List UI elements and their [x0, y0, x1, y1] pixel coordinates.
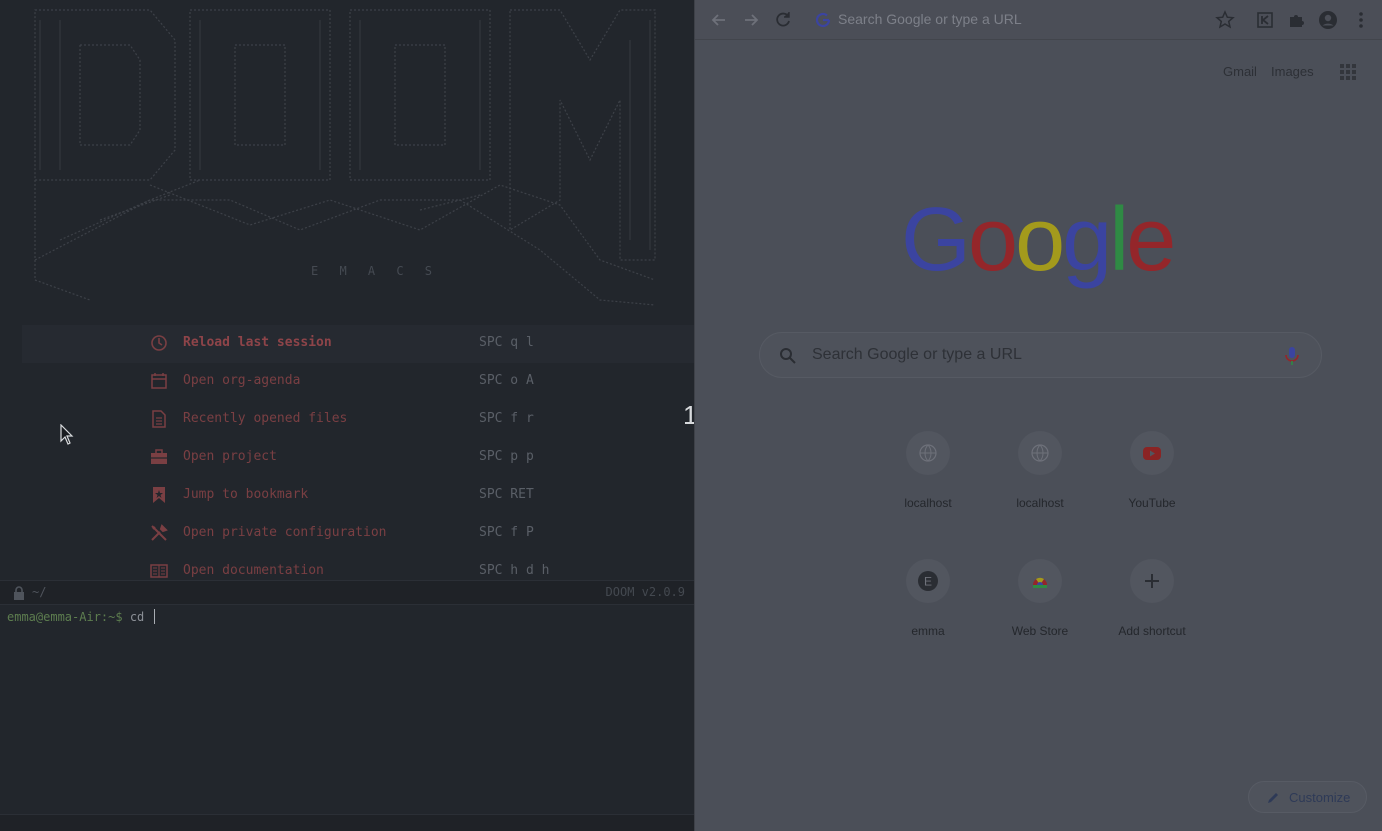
shortcut-label: emma	[911, 624, 945, 638]
shortcut-tile[interactable]: localhost	[872, 426, 984, 538]
shortcut-tile[interactable]: Add shortcut	[1096, 554, 1208, 666]
shortcut-label: Web Store	[1011, 624, 1069, 638]
shortcut-label: YouTube	[1128, 496, 1176, 510]
menu-item-open-project[interactable]: Open project SPC p p	[0, 439, 694, 477]
puzzle-extensions-icon[interactable]	[1287, 10, 1307, 30]
search-icon	[780, 348, 796, 364]
shortcut-icon-circle	[1018, 559, 1062, 603]
shortcut-icon-circle	[906, 431, 950, 475]
shortcut-icon-circle	[1018, 431, 1062, 475]
search-box[interactable]: Search Google or type a URL	[759, 332, 1322, 378]
shortcut-tile[interactable]: E emma	[872, 554, 984, 666]
star-bookmark-icon[interactable]	[1215, 10, 1235, 30]
browser-toolbar: Search Google or type a URL	[695, 0, 1382, 40]
youtube-icon	[1143, 447, 1161, 460]
menu-item-recent-files[interactable]: Recently opened files SPC f r	[0, 401, 694, 439]
menu-item-org-agenda[interactable]: Open org-agenda SPC o A	[0, 363, 694, 401]
menu-item-key: SPC h d h	[479, 563, 550, 578]
shortcut-tile[interactable]: YouTube	[1096, 426, 1208, 538]
reload-icon[interactable]	[773, 10, 793, 30]
terminal-command: cd	[129, 610, 152, 624]
calendar-icon	[151, 373, 167, 389]
menu-item-label: Open project	[183, 449, 277, 464]
menu-item-private-config[interactable]: Open private configuration SPC f P	[0, 515, 694, 553]
modeline-version: DOOM v2.0.9	[605, 585, 685, 599]
pencil-icon	[1268, 793, 1278, 803]
more-menu-icon[interactable]	[1351, 10, 1371, 30]
emacs-window: E M A C S Reload last session SPC q l Op…	[0, 0, 694, 831]
svg-text:E: E	[924, 575, 932, 589]
menu-item-reload-session[interactable]: Reload last session SPC q l	[22, 325, 694, 363]
shortcut-icon-circle: E	[906, 559, 950, 603]
globe-icon	[1031, 444, 1049, 462]
menu-item-jump-bookmark[interactable]: Jump to bookmark SPC RET	[0, 477, 694, 515]
webstore-icon	[1033, 577, 1047, 588]
forward-arrow-icon[interactable]	[741, 10, 761, 30]
images-link[interactable]: Images	[1271, 64, 1314, 79]
lock-icon	[14, 586, 24, 600]
shortcut-label: Add shortcut	[1118, 624, 1186, 638]
emacs-banner-word: E M A C S	[311, 264, 440, 278]
menu-item-key: SPC f r	[479, 411, 534, 426]
briefcase-icon	[151, 449, 167, 464]
shortcut-icon-circle	[1130, 559, 1174, 603]
menu-item-key: SPC RET	[479, 487, 534, 502]
mouse-pointer-icon	[60, 424, 74, 445]
gmail-link[interactable]: Gmail	[1223, 64, 1257, 79]
shortcut-icon-circle	[1130, 431, 1174, 475]
shortcut-tile[interactable]: Web Store	[984, 554, 1096, 666]
menu-item-label: Open documentation	[183, 563, 324, 578]
back-arrow-icon[interactable]	[709, 10, 729, 30]
menu-item-label: Open private configuration	[183, 525, 387, 540]
reload-icon	[151, 335, 167, 351]
menu-item-label: Open org-agenda	[183, 373, 301, 388]
shortcut-label: localhost	[904, 496, 952, 510]
omnibox-input[interactable]: Search Google or type a URL	[838, 11, 1022, 27]
terminal-pane[interactable]: emma@emma-Air:~$ cd	[0, 606, 694, 814]
menu-item-label: Reload last session	[183, 335, 332, 350]
customize-label: Customize	[1289, 790, 1351, 805]
customize-button[interactable]: Customize	[1248, 781, 1367, 813]
google-logo: Google	[901, 198, 1176, 290]
menu-item-key: SPC f P	[479, 525, 534, 540]
plus-icon	[1145, 574, 1159, 588]
google-g-icon	[815, 12, 831, 28]
search-input[interactable]: Search Google or type a URL	[812, 346, 1022, 364]
tools-icon	[151, 524, 168, 541]
file-icon	[152, 410, 166, 428]
shortcut-label: localhost	[1016, 496, 1064, 510]
menu-item-key: SPC p p	[479, 449, 534, 464]
shortcut-tile[interactable]: localhost	[984, 426, 1096, 538]
terminal-line: emma@emma-Air:~$ cd	[7, 609, 155, 624]
globe-icon	[919, 444, 937, 462]
bookmark-icon	[153, 487, 165, 503]
microphone-icon[interactable]	[1285, 346, 1299, 366]
book-icon	[150, 564, 168, 578]
modeline: ~/ DOOM v2.0.9	[0, 580, 694, 605]
menu-item-key: SPC q l	[479, 335, 534, 350]
extension-k-icon[interactable]	[1255, 10, 1275, 30]
text-cursor	[153, 609, 155, 624]
menu-item-label: Jump to bookmark	[183, 487, 309, 502]
svg-text:Google: Google	[901, 198, 1173, 290]
chrome-window: Search Google or type a URL Gmail Images	[694, 0, 1382, 831]
modeline-path: ~/	[32, 585, 47, 599]
account-avatar-icon[interactable]	[1318, 10, 1338, 30]
terminal-prompt: emma@emma-Air:~$	[7, 610, 123, 624]
menu-item-label: Recently opened files	[183, 411, 348, 426]
echo-area	[0, 814, 694, 831]
menu-item-key: SPC o A	[479, 373, 534, 388]
apps-grid-icon[interactable]	[1340, 64, 1356, 80]
letter-avatar-icon: E	[918, 571, 938, 591]
